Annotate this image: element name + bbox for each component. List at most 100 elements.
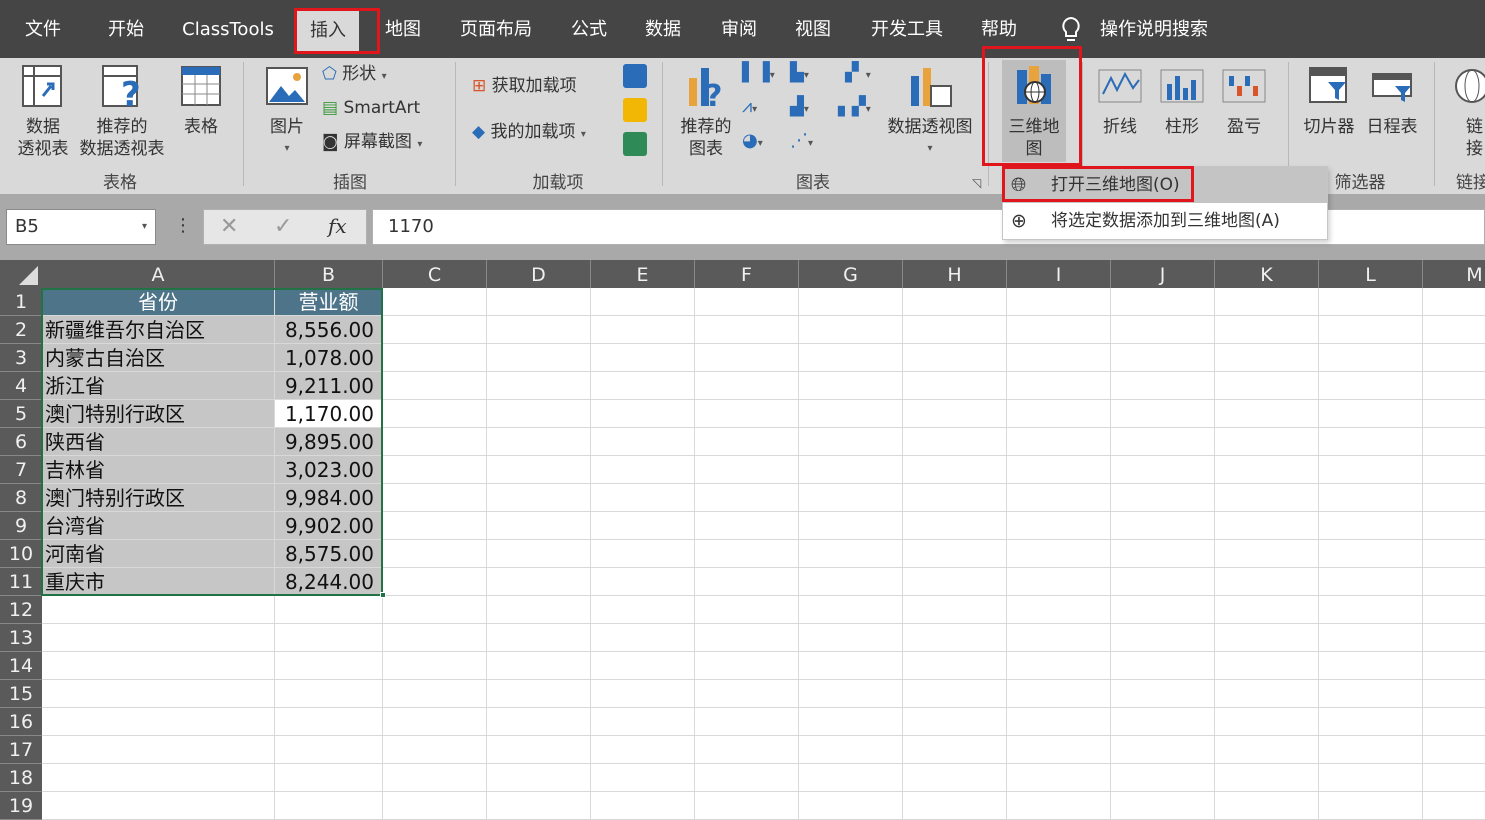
cell[interactable] <box>591 764 695 792</box>
cell[interactable] <box>42 736 275 764</box>
cell[interactable] <box>903 652 1007 680</box>
cell[interactable] <box>487 764 591 792</box>
revenue-cell[interactable]: 9,211.00 <box>275 372 383 400</box>
cell[interactable] <box>695 652 799 680</box>
column-header[interactable]: G <box>799 260 903 288</box>
cell[interactable] <box>487 484 591 512</box>
cell[interactable] <box>695 736 799 764</box>
cell[interactable] <box>487 316 591 344</box>
province-cell[interactable]: 内蒙古自治区 <box>42 344 275 372</box>
sparkline-winloss-button[interactable]: 盈亏 <box>1218 64 1270 138</box>
cell[interactable] <box>695 708 799 736</box>
cell[interactable] <box>695 316 799 344</box>
cell[interactable] <box>1319 736 1423 764</box>
cell[interactable] <box>1215 428 1319 456</box>
cell[interactable] <box>799 540 903 568</box>
cell[interactable] <box>383 708 487 736</box>
cell[interactable] <box>695 456 799 484</box>
cell[interactable] <box>1423 484 1485 512</box>
cell[interactable] <box>695 596 799 624</box>
cell[interactable] <box>1423 736 1485 764</box>
cell[interactable] <box>383 736 487 764</box>
revenue-cell[interactable]: 9,984.00 <box>275 484 383 512</box>
tab-view[interactable]: 视图 <box>786 14 840 46</box>
cell[interactable] <box>1423 596 1485 624</box>
cell[interactable] <box>275 792 383 820</box>
cell[interactable] <box>695 680 799 708</box>
bing-icon[interactable] <box>623 98 647 122</box>
row-header[interactable]: 16 <box>0 708 42 736</box>
cell[interactable] <box>487 624 591 652</box>
slicer-button[interactable]: 切片器 <box>1300 64 1358 138</box>
cell[interactable] <box>383 316 487 344</box>
cell[interactable] <box>383 344 487 372</box>
cell[interactable] <box>903 316 1007 344</box>
cell[interactable] <box>1319 344 1423 372</box>
cell[interactable] <box>1215 652 1319 680</box>
pivot-table-button[interactable]: 数据 透视表 <box>10 64 76 160</box>
cell[interactable] <box>1215 540 1319 568</box>
cell[interactable] <box>383 372 487 400</box>
cell[interactable] <box>1423 624 1485 652</box>
cell[interactable] <box>1111 540 1215 568</box>
cell[interactable] <box>1319 484 1423 512</box>
cell[interactable] <box>383 428 487 456</box>
tell-me-search[interactable]: 操作说明搜索 <box>1096 14 1212 46</box>
tab-file[interactable]: 文件 <box>14 14 72 46</box>
cell[interactable] <box>591 596 695 624</box>
province-cell[interactable]: 澳门特别行政区 <box>42 484 275 512</box>
province-cell[interactable]: 重庆市 <box>42 568 275 596</box>
cell[interactable] <box>1007 344 1111 372</box>
cell[interactable] <box>275 680 383 708</box>
cell[interactable] <box>1111 428 1215 456</box>
cell[interactable] <box>42 596 275 624</box>
cell[interactable] <box>903 372 1007 400</box>
pie-chart-icon[interactable]: ◕▾ <box>742 130 782 154</box>
cell[interactable] <box>487 652 591 680</box>
cell[interactable] <box>1111 652 1215 680</box>
cell[interactable] <box>1007 652 1111 680</box>
cell[interactable] <box>1111 484 1215 512</box>
cell[interactable] <box>903 568 1007 596</box>
cell[interactable] <box>799 680 903 708</box>
tab-home[interactable]: 开始 <box>96 14 156 46</box>
cell[interactable] <box>799 484 903 512</box>
cell[interactable] <box>1319 708 1423 736</box>
cell[interactable] <box>799 456 903 484</box>
cell[interactable] <box>1007 792 1111 820</box>
column-header[interactable]: L <box>1319 260 1423 288</box>
row-header[interactable]: 6 <box>0 428 42 456</box>
revenue-cell[interactable]: 1,078.00 <box>275 344 383 372</box>
column-header[interactable]: D <box>487 260 591 288</box>
statistic-chart-icon[interactable]: ▟▾ <box>790 96 830 120</box>
revenue-cell[interactable]: 9,902.00 <box>275 512 383 540</box>
cell[interactable] <box>1423 708 1485 736</box>
cell[interactable] <box>1423 792 1485 820</box>
cell[interactable] <box>1111 344 1215 372</box>
cell[interactable] <box>591 512 695 540</box>
column-header[interactable]: M <box>1423 260 1485 288</box>
smartart-button[interactable]: ▤ SmartArt <box>322 96 420 120</box>
cell[interactable] <box>799 736 903 764</box>
cell[interactable] <box>1111 316 1215 344</box>
cell[interactable] <box>487 680 591 708</box>
cell[interactable] <box>487 456 591 484</box>
row-header[interactable]: 2 <box>0 316 42 344</box>
cell[interactable] <box>383 456 487 484</box>
cell[interactable] <box>487 568 591 596</box>
my-addins-button[interactable]: ◆ 我的加载项 ▾ <box>472 120 586 147</box>
scatter-chart-icon[interactable]: ⩘▾ <box>742 96 782 120</box>
cell[interactable] <box>1215 764 1319 792</box>
table-header-cell[interactable]: 营业额 <box>275 288 383 316</box>
cell[interactable] <box>487 372 591 400</box>
cell[interactable] <box>591 652 695 680</box>
combo-chart-icon[interactable]: ▖▞▾ <box>838 96 878 120</box>
cell[interactable] <box>695 484 799 512</box>
cell[interactable] <box>903 708 1007 736</box>
menu-item-open-3d-map[interactable]: 🌐︎ 打开三维地图(O) <box>1003 167 1327 203</box>
cell[interactable] <box>383 568 487 596</box>
cell[interactable] <box>1007 400 1111 428</box>
cell[interactable] <box>383 484 487 512</box>
cell[interactable] <box>1423 428 1485 456</box>
cell[interactable] <box>591 316 695 344</box>
